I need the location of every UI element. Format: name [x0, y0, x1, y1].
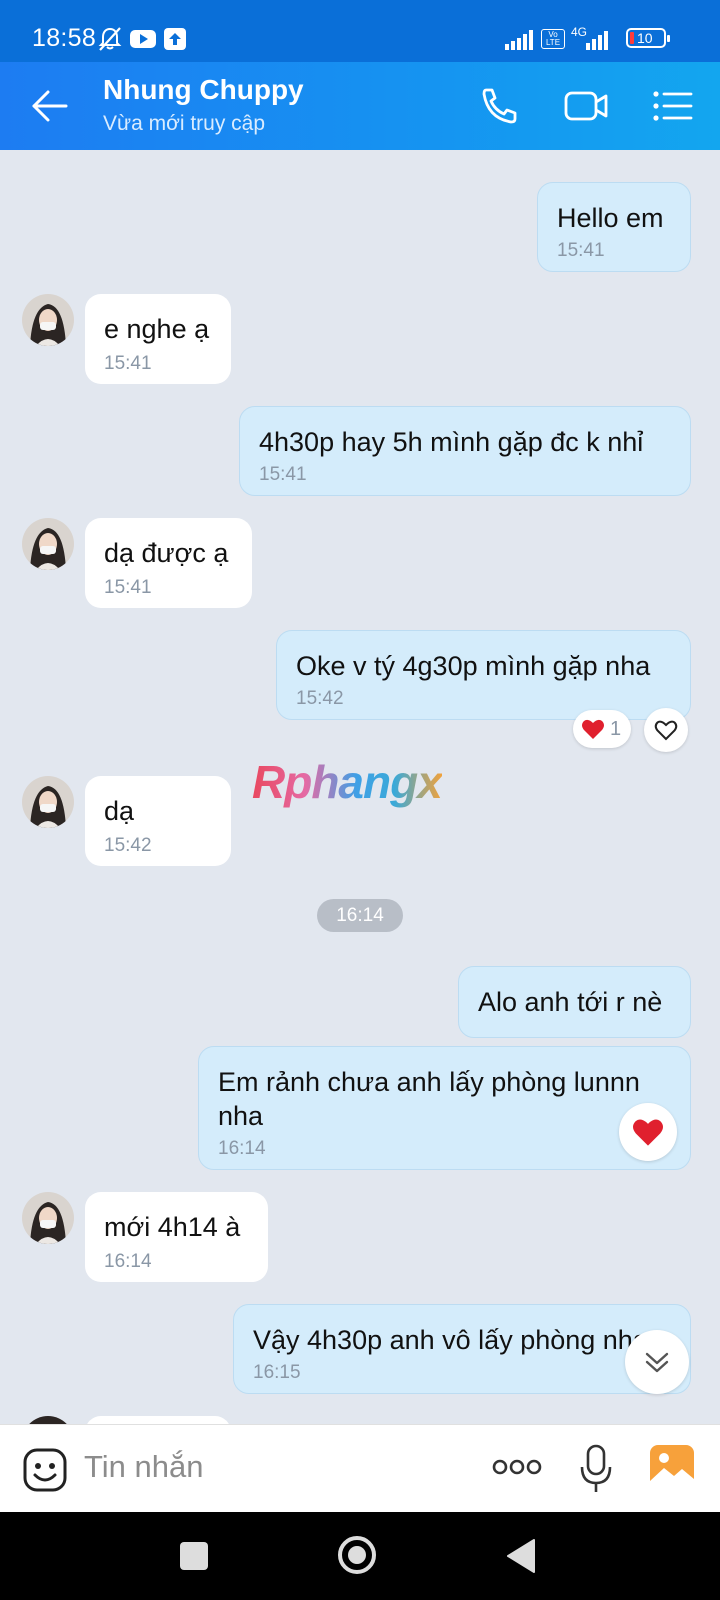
message-text: dạ được ạ — [104, 538, 229, 568]
mute-bell-icon — [98, 27, 122, 51]
network-type: 4G — [571, 25, 588, 39]
chat-header: Nhung Chuppy Vừa mới truy cập — [0, 62, 720, 150]
message-text: mới 4h14 à — [104, 1212, 241, 1242]
home-button-icon[interactable] — [336, 1534, 378, 1576]
message-time: 15:42 — [104, 835, 152, 856]
avatar[interactable] — [22, 518, 74, 570]
status-time: 18:58 — [32, 24, 97, 52]
heart-reaction-button[interactable] — [619, 1103, 677, 1161]
message-composer: Tin nhắn — [0, 1424, 720, 1512]
battery-level: 10 — [637, 30, 653, 46]
message-time: 15:41 — [557, 240, 605, 261]
message-bubble-outgoing[interactable]: Alo anh tới r nè — [458, 966, 691, 1038]
reaction-count: 1 — [610, 718, 622, 740]
message-text: Alo anh tới r nè — [478, 987, 663, 1017]
more-options-icon[interactable] — [492, 1459, 542, 1475]
message-bubble-incoming[interactable]: dạ được ạ 15:41 — [85, 518, 252, 608]
heart-outline-icon — [654, 720, 678, 741]
system-nav-bar — [0, 1512, 720, 1600]
message-bubble-incoming[interactable]: dạ 15:42 — [85, 776, 231, 866]
youtube-icon — [130, 30, 156, 48]
heart-reaction-icon — [633, 1119, 663, 1146]
message-text: Vậy 4h30p anh vô lấy phòng nha — [253, 1325, 648, 1355]
sticker-emoji-icon[interactable] — [22, 1447, 68, 1493]
message-bubble-incoming[interactable]: mới 4h14 à 16:14 — [85, 1192, 268, 1282]
avatar[interactable] — [22, 776, 74, 828]
message-bubble-outgoing[interactable]: Em rảnh chưa anh lấy phòng lunnn nha 16:… — [198, 1046, 691, 1170]
message-time: 15:41 — [104, 353, 152, 374]
heart-reaction-icon — [582, 719, 604, 739]
back-arrow-icon[interactable] — [26, 82, 74, 130]
time-divider: 16:14 — [317, 899, 403, 932]
message-text: Oke v tý 4g30p mình gặp nha — [296, 651, 651, 681]
avatar-photo-icon — [22, 518, 74, 570]
message-bubble-incoming[interactable] — [85, 1416, 231, 1424]
volte-badge: Vo LTE — [541, 29, 565, 49]
message-time: 15:41 — [104, 577, 152, 598]
message-bubble-outgoing[interactable]: Hello em 15:41 — [537, 182, 691, 272]
avatar-photo-icon — [22, 294, 74, 346]
message-time: 16:14 — [218, 1138, 266, 1159]
reaction-summary[interactable]: 1 — [573, 710, 631, 748]
message-text: dạ — [104, 796, 135, 826]
message-bubble-outgoing[interactable]: 4h30p hay 5h mình gặp đc k nhỉ 15:41 — [239, 406, 691, 496]
microphone-icon[interactable] — [578, 1443, 614, 1495]
message-text: Hello em — [557, 203, 664, 233]
signal-icon-2 — [586, 31, 608, 50]
back-button-icon[interactable] — [506, 1538, 538, 1574]
avatar[interactable] — [22, 1192, 74, 1244]
message-text: e nghe ạ — [104, 314, 210, 344]
message-text: Em rảnh chưa anh lấy phòng lunnn nha — [218, 1067, 640, 1131]
contact-name[interactable]: Nhung Chuppy — [103, 74, 304, 106]
avatar-photo-icon — [22, 1192, 74, 1244]
phone-call-icon[interactable] — [476, 84, 524, 128]
volte-label: Vo LTE — [545, 30, 561, 47]
menu-list-icon[interactable] — [651, 84, 695, 128]
contact-status: Vừa mới truy cập — [103, 112, 266, 135]
avatar[interactable] — [22, 294, 74, 346]
avatar[interactable] — [22, 1416, 74, 1424]
message-text: 4h30p hay 5h mình gặp đc k nhỉ — [259, 427, 644, 457]
signal-icon — [505, 30, 533, 50]
upload-icon — [164, 28, 186, 50]
message-time: 15:42 — [296, 688, 344, 709]
message-bubble-incoming[interactable]: e nghe ạ 15:41 — [85, 294, 231, 384]
status-bar: 18:58 Vo LTE 4G 10 — [0, 0, 720, 62]
message-bubble-outgoing[interactable]: Oke v tý 4g30p mình gặp nha 15:42 — [276, 630, 691, 720]
recent-apps-button[interactable] — [180, 1542, 208, 1570]
scroll-to-bottom-button[interactable] — [625, 1330, 689, 1394]
gallery-image-icon[interactable] — [648, 1443, 696, 1491]
message-time: 16:15 — [253, 1362, 301, 1383]
message-time: 16:14 — [104, 1251, 152, 1272]
message-input[interactable]: Tin nhắn — [84, 1449, 204, 1485]
react-button[interactable] — [644, 708, 688, 752]
message-list[interactable]: Hello em 15:41 e nghe ạ 15:41 4h30p hay … — [0, 150, 720, 1424]
avatar-photo-icon — [22, 776, 74, 828]
chevron-double-down-icon — [645, 1352, 669, 1373]
watermark-logo: Rphangx — [252, 756, 443, 808]
video-call-icon[interactable] — [563, 84, 611, 128]
message-bubble-outgoing[interactable]: Vậy 4h30p anh vô lấy phòng nha 16:15 — [233, 1304, 691, 1394]
battery-icon: 10 — [626, 28, 670, 48]
message-time: 15:41 — [259, 464, 307, 485]
